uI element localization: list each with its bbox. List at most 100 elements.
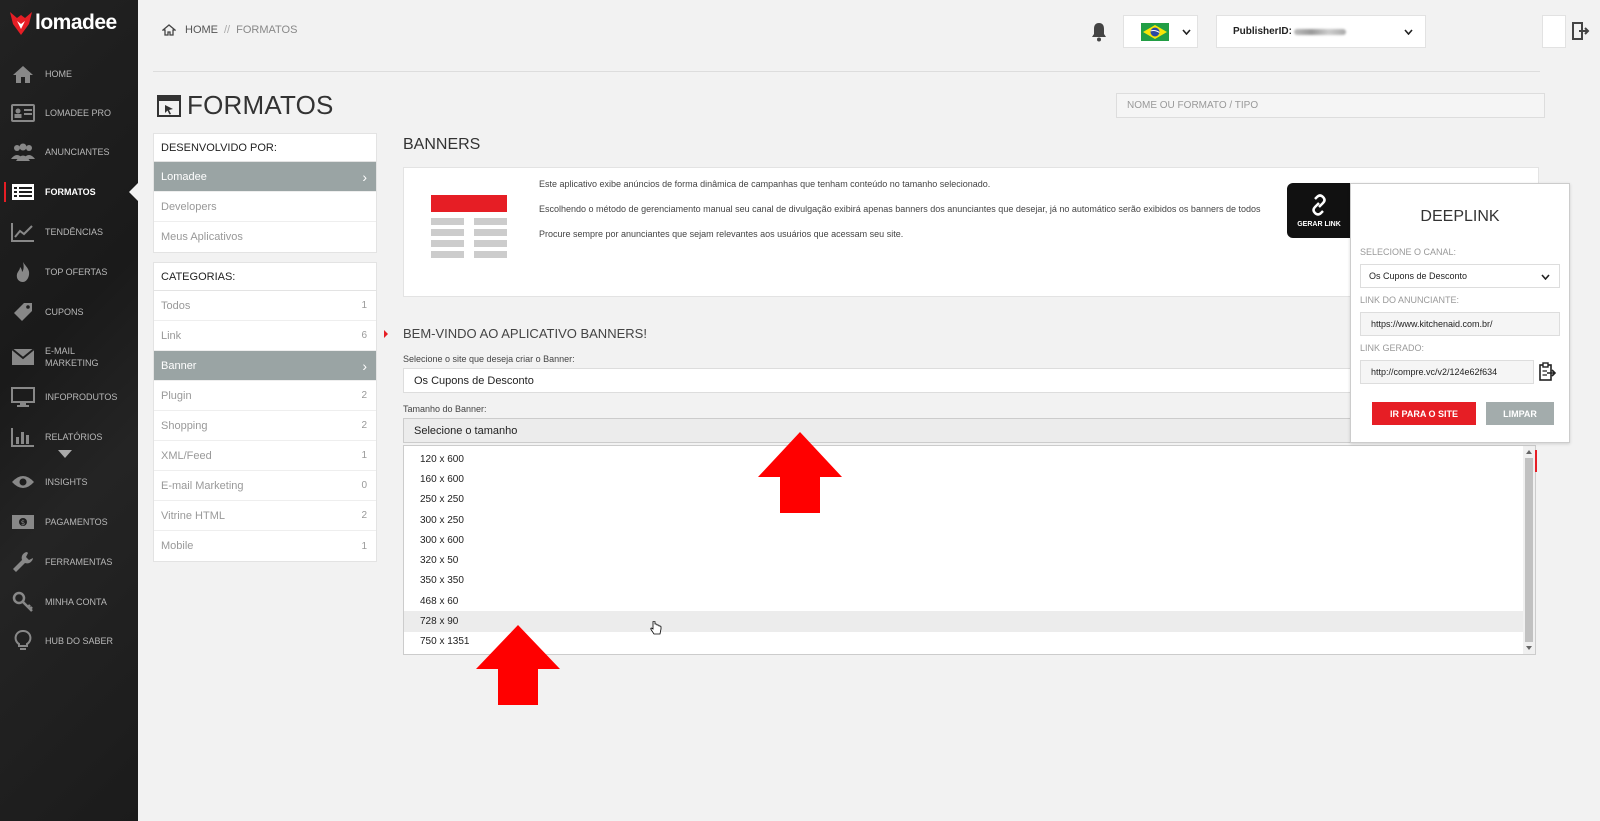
category-label: XML/Feed: [161, 449, 212, 462]
publisher-selector[interactable]: PublisherID:: [1216, 15, 1426, 48]
filter-item-developers[interactable]: Developers: [154, 192, 376, 222]
clipboard-icon[interactable]: [1539, 362, 1557, 382]
chevron-down-icon[interactable]: [58, 450, 72, 458]
scroll-up-icon[interactable]: [1526, 450, 1532, 454]
sidebar-item-insights[interactable]: INSIGHTS: [0, 463, 138, 501]
category-item-banner[interactable]: Banner ›: [154, 351, 376, 381]
generated-link-label: LINK GERADO:: [1360, 343, 1425, 353]
category-item-mobile[interactable]: Mobile 1: [154, 531, 376, 561]
chevron-down-icon: [1182, 28, 1191, 35]
sidebar-item-lomadee-pro[interactable]: LOMADEE PRO: [0, 94, 138, 132]
category-item-link[interactable]: Link 6: [154, 321, 376, 351]
breadcrumb: HOME // FORMATOS: [162, 24, 297, 36]
monitor-icon: [11, 385, 35, 409]
site-field-label: Selecione o site que deseja criar o Bann…: [403, 354, 575, 364]
brazil-flag-icon: [1141, 22, 1169, 41]
breadcrumb-home-link[interactable]: HOME: [185, 24, 218, 36]
size-option[interactable]: 250 x 250: [404, 490, 1523, 510]
scroll-thumb[interactable]: [1525, 458, 1533, 642]
sidebar-item-top-ofertas[interactable]: TOP OFERTAS: [0, 253, 138, 291]
svg-text:$: $: [21, 519, 25, 527]
sidebar-item-ferramentas[interactable]: FERRAMENTAS: [0, 543, 138, 581]
category-item-plugin[interactable]: Plugin 2: [154, 381, 376, 411]
categories-panel: CATEGORIAS: Todos 1 Link 6 Banner › Plug…: [153, 262, 377, 562]
sidebar-item-anunciantes[interactable]: ANUNCIANTES: [0, 133, 138, 171]
description-line: Procure sempre por anunciantes que sejam…: [539, 229, 904, 239]
sidebar-item-minha-conta[interactable]: MINHA CONTA: [0, 583, 138, 621]
category-label: Plugin: [161, 389, 192, 402]
category-item-todos[interactable]: Todos 1: [154, 291, 376, 321]
size-option[interactable]: 300 x 250: [404, 510, 1523, 530]
welcome-title: BEM-VINDO AO APLICATIVO BANNERS!: [403, 326, 647, 341]
developed-by-panel: DESENVOLVIDO POR: Lomadee › Developers M…: [153, 133, 377, 253]
description-line: Este aplicativo exibe anúncios de forma …: [539, 179, 991, 189]
size-option-hovered[interactable]: 728 x 90: [404, 611, 1523, 632]
sidebar-item-label: TENDÊNCIAS: [45, 227, 104, 237]
browser-window-icon: [157, 94, 181, 117]
logo[interactable]: lomadee: [9, 8, 117, 38]
language-selector[interactable]: [1123, 15, 1198, 48]
filter-item-meus-aplicativos[interactable]: Meus Aplicativos: [154, 222, 376, 252]
sidebar-item-email-marketing[interactable]: E-MAIL MARKETING: [0, 338, 138, 376]
category-label: Shopping: [161, 419, 208, 432]
sidebar-item-label: E-MAIL MARKETING: [45, 346, 99, 368]
bell-icon[interactable]: [1090, 22, 1108, 42]
channel-select[interactable]: Os Cupons de Desconto: [1360, 264, 1560, 288]
go-to-site-button[interactable]: IR PARA O SITE: [1372, 402, 1476, 425]
size-option[interactable]: 750 x 1351: [404, 632, 1523, 652]
page-title: FORMATOS: [157, 90, 334, 121]
sidebar-item-label: PAGAMENTOS: [45, 517, 108, 527]
mail-icon: [11, 345, 35, 369]
size-option[interactable]: 160 x 600: [404, 469, 1523, 489]
home-icon: [11, 62, 35, 86]
size-option[interactable]: 120 x 600: [404, 449, 1523, 469]
publisher-id-redacted: [1293, 28, 1346, 35]
gerar-link-label: GERAR LINK: [1297, 220, 1341, 228]
dropdown-scrollbar[interactable]: [1523, 446, 1535, 654]
sidebar-item-hub-do-saber[interactable]: HUB DO SABER: [0, 622, 138, 660]
sidebar-item-label: INFOPRODUTOS: [45, 392, 118, 402]
logout-icon[interactable]: [1572, 22, 1590, 40]
sidebar: lomadee HOME LOMADEE PRO ANUNCIANTES FOR…: [0, 0, 138, 821]
money-icon: $: [11, 510, 35, 534]
category-label: Vitrine HTML: [161, 509, 225, 522]
advertiser-link-label: LINK DO ANUNCIANTE:: [1360, 295, 1460, 305]
banner-app-icon: [431, 195, 507, 258]
sidebar-item-pagamentos[interactable]: $ PAGAMENTOS: [0, 503, 138, 541]
advertiser-link-input[interactable]: https://www.kitchenaid.com.br/: [1360, 312, 1560, 336]
scroll-down-icon[interactable]: [1526, 646, 1532, 650]
size-field-label: Tamanho do Banner:: [403, 404, 487, 414]
size-option[interactable]: 320 x 50: [404, 550, 1523, 570]
clear-button[interactable]: LIMPAR: [1486, 402, 1554, 425]
trend-icon: [11, 220, 35, 244]
search-input[interactable]: [1116, 93, 1545, 118]
sidebar-item-home[interactable]: HOME: [0, 55, 138, 93]
sidebar-item-label: TOP OFERTAS: [45, 267, 108, 277]
size-option[interactable]: 300 x 600: [404, 530, 1523, 550]
header-divider: [153, 71, 1540, 72]
channel-label: SELECIONE O CANAL:: [1360, 247, 1457, 257]
sidebar-item-label: LOMADEE PRO: [45, 108, 112, 118]
sidebar-item-formatos[interactable]: FORMATOS: [0, 173, 138, 211]
generated-link-input[interactable]: http://compre.vc/v2/124e62f634: [1360, 360, 1534, 384]
sidebar-item-tendencias[interactable]: TENDÊNCIAS: [0, 213, 138, 251]
size-option[interactable]: 468 x 60: [404, 591, 1523, 611]
description-line: Escolhendo o método de gerenciamento man…: [539, 204, 1261, 214]
category-item-vitrine-html[interactable]: Vitrine HTML 2: [154, 501, 376, 531]
category-item-email-marketing[interactable]: E-mail Marketing 0: [154, 471, 376, 501]
gerar-link-tab[interactable]: GERAR LINK: [1287, 183, 1351, 238]
sidebar-item-cupons[interactable]: CUPONS: [0, 293, 138, 331]
chevron-down-icon: [1541, 274, 1550, 280]
size-option[interactable]: 350 x 350: [404, 571, 1523, 591]
fire-icon: [11, 260, 35, 284]
category-item-shopping[interactable]: Shopping 2: [154, 411, 376, 441]
sidebar-item-infoprodutos[interactable]: INFOPRODUTOS: [0, 378, 138, 416]
eye-icon: [11, 470, 35, 494]
page-title-text: FORMATOS: [187, 90, 334, 120]
bar-chart-icon: [11, 425, 35, 449]
category-count: 2: [361, 510, 367, 521]
home-icon[interactable]: [162, 24, 176, 36]
filter-item-lomadee[interactable]: Lomadee ›: [154, 162, 376, 192]
size-select-value: Selecione o tamanho: [414, 424, 518, 437]
category-item-xml-feed[interactable]: XML/Feed 1: [154, 441, 376, 471]
